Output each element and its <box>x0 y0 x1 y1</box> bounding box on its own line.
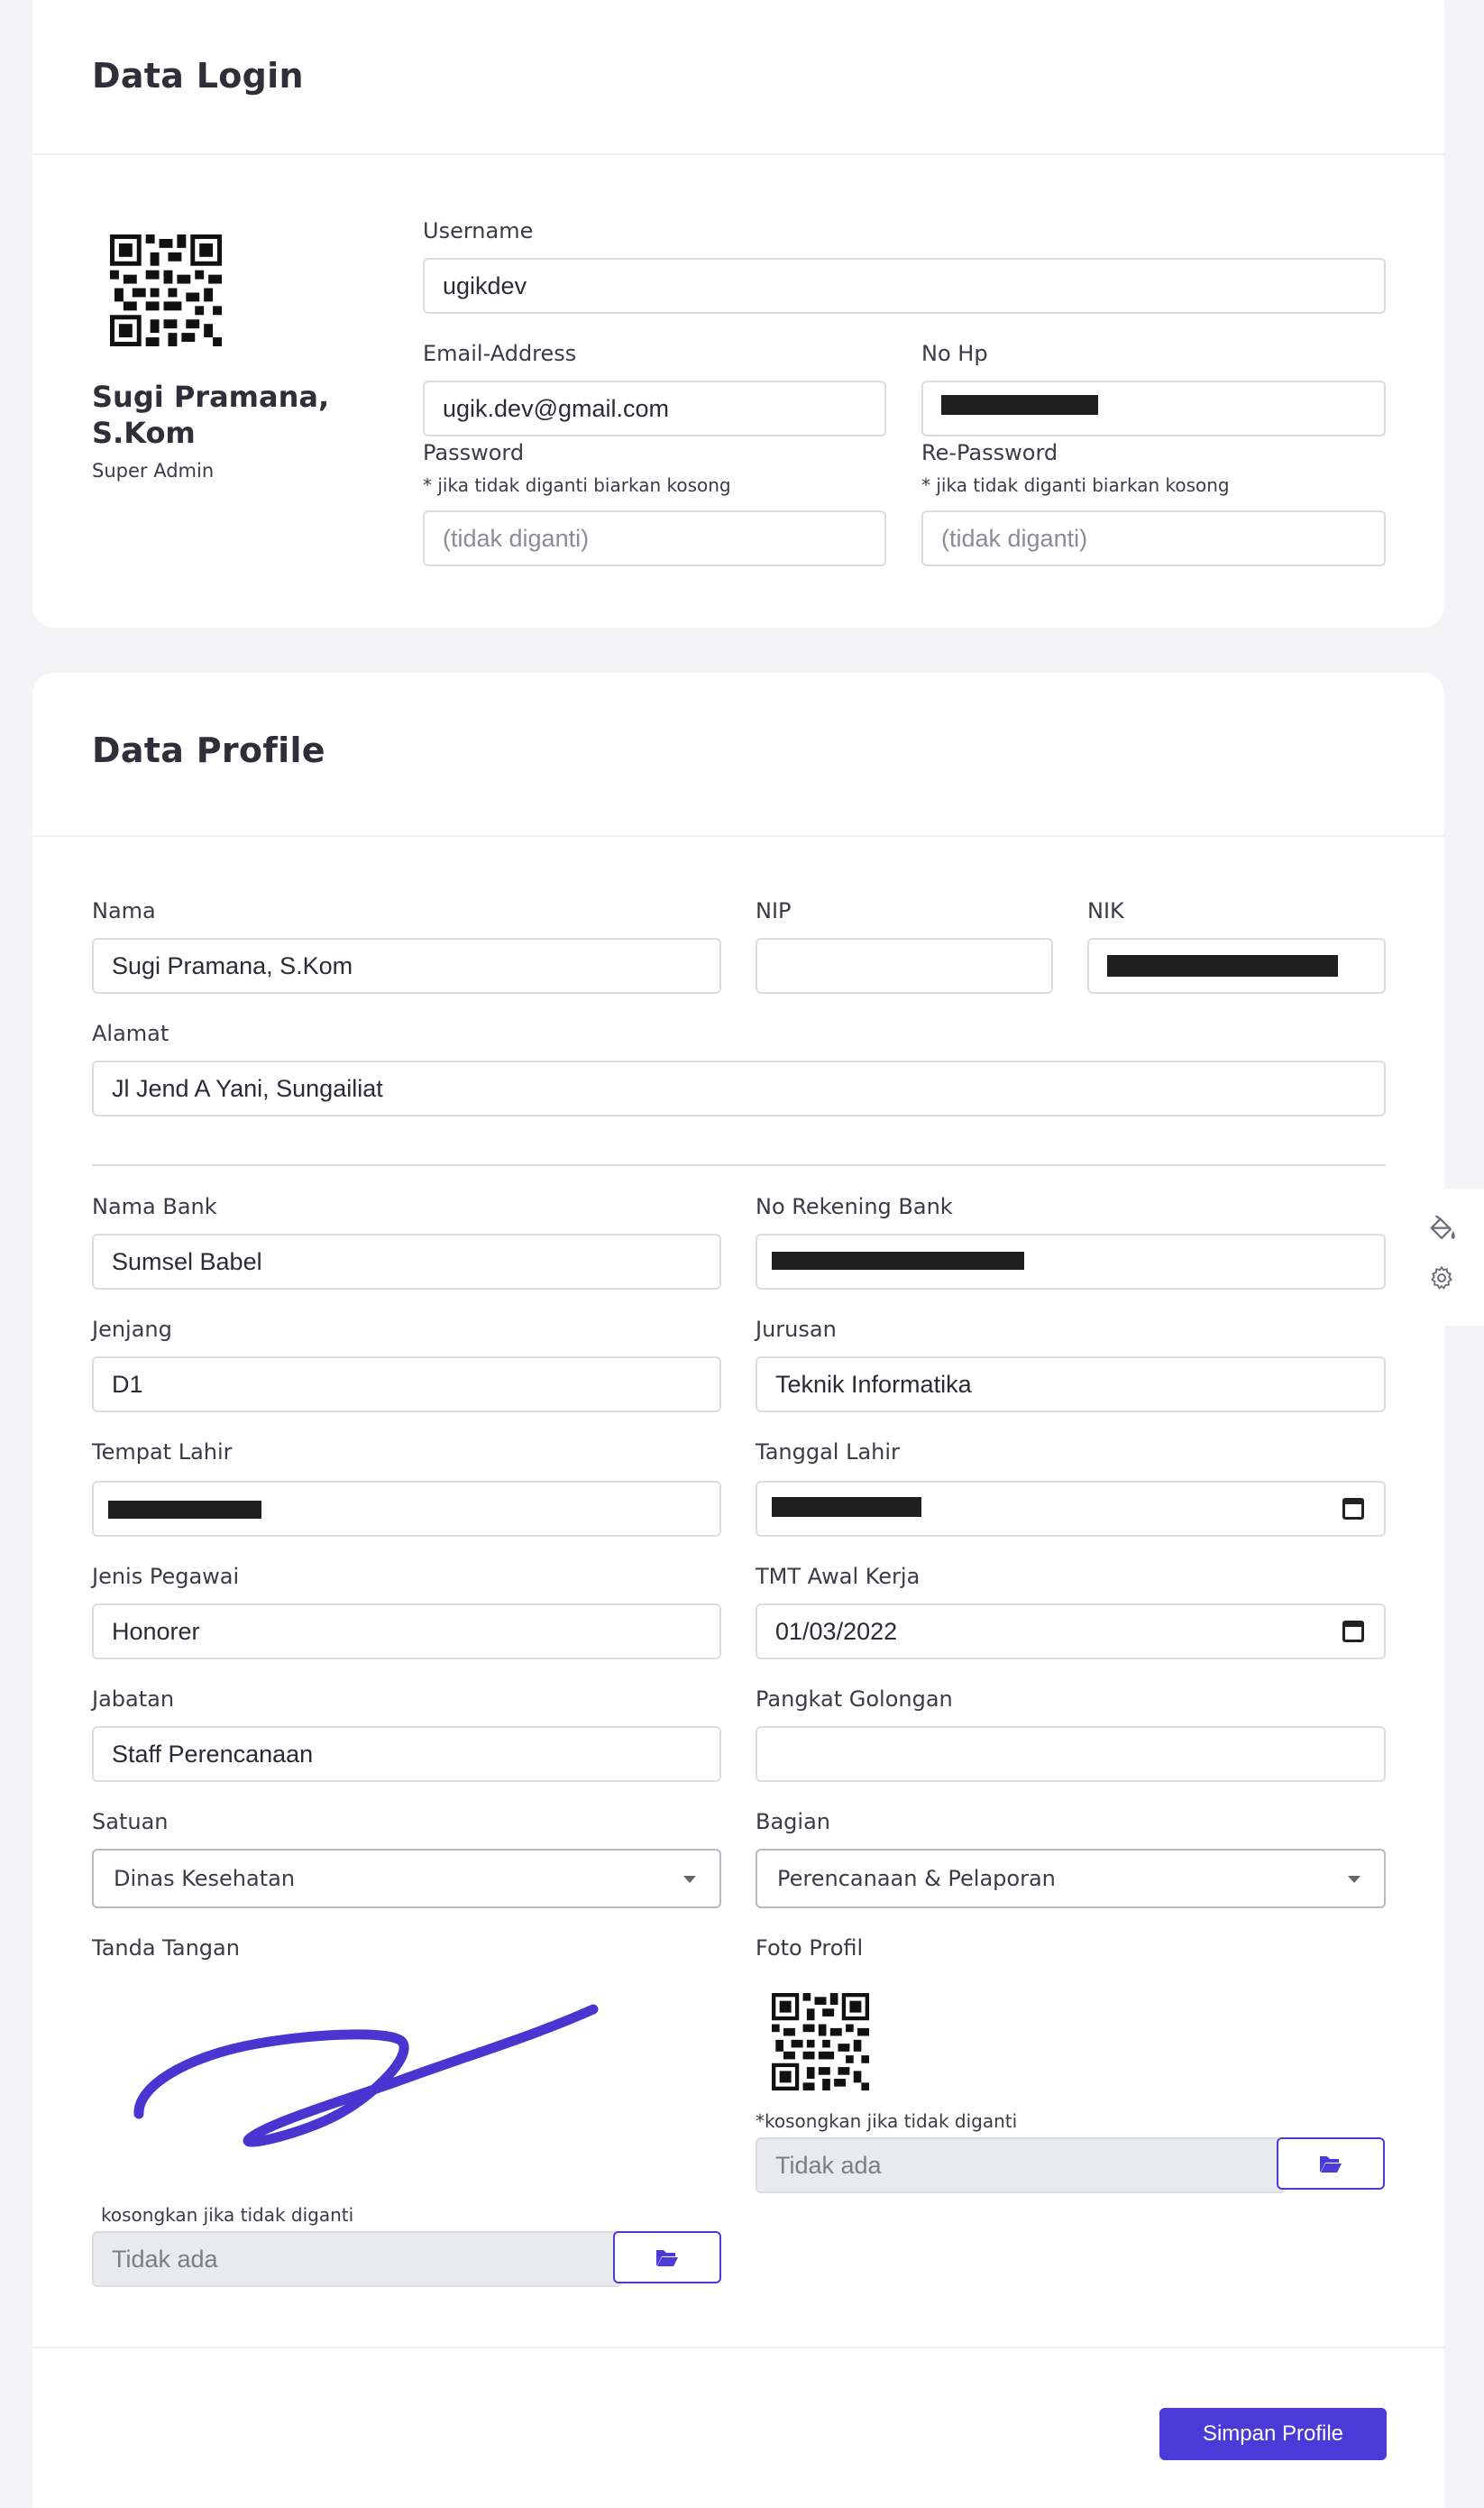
tanda-tangan-file-input[interactable]: Tidak ada <box>92 2231 622 2287</box>
email-label: Email-Address <box>423 341 577 366</box>
pangkat-label: Pangkat Golongan <box>756 1686 953 1712</box>
alamat-input[interactable]: Jl Jend A Yani, Sungailiat <box>92 1061 1386 1116</box>
signature-image <box>133 2004 599 2147</box>
repassword-hint: * jika tidak diganti biarkan kosong <box>921 474 1230 496</box>
nik-label: NIK <box>1087 898 1124 923</box>
login-card: Data Login Sugi Pramana, S.Kom Super Adm… <box>32 0 1444 628</box>
customizer-panel <box>1397 1189 1484 1326</box>
username-label: Username <box>423 218 534 243</box>
jurusan-input[interactable]: Teknik Informatika <box>756 1356 1386 1412</box>
calendar-icon[interactable] <box>1342 1498 1364 1520</box>
no-rekening-input[interactable] <box>756 1234 1386 1290</box>
user-name-line1: Sugi Pramana, <box>92 380 330 414</box>
nama-label: Nama <box>92 898 156 923</box>
tanda-tangan-browse-button[interactable] <box>613 2231 721 2283</box>
profile-card-title: Data Profile <box>92 730 325 770</box>
folder-open-icon <box>656 2250 678 2266</box>
login-card-title: Data Login <box>92 56 304 96</box>
foto-profil-file-input[interactable]: Tidak ada <box>756 2137 1286 2193</box>
password-hint: * jika tidak diganti biarkan kosong <box>423 474 731 496</box>
satuan-value: Dinas Kesehatan <box>114 1866 296 1891</box>
jabatan-label: Jabatan <box>92 1686 175 1712</box>
satuan-select[interactable]: Dinas Kesehatan <box>92 1849 721 1908</box>
repassword-label: Re-Password <box>921 440 1058 465</box>
satuan-label: Satuan <box>92 1809 169 1834</box>
phone-input[interactable] <box>921 381 1386 436</box>
user-role: Super Admin <box>92 460 215 482</box>
user-name-line2: S.Kom <box>92 416 196 450</box>
profile-card-header: Data Profile <box>32 673 1444 837</box>
qr-code-icon <box>772 1993 869 2090</box>
simpan-profile-button[interactable]: Simpan Profile <box>1159 2408 1387 2460</box>
footer-divider <box>32 2347 1444 2348</box>
jenjang-input[interactable]: D1 <box>92 1356 721 1412</box>
jenis-pegawai-label: Jenis Pegawai <box>92 1564 240 1589</box>
profile-card: Data Profile Nama Sugi Pramana, S.Kom NI… <box>32 673 1444 2508</box>
bagian-value: Perencanaan & Pelaporan <box>777 1866 1056 1891</box>
nama-input[interactable]: Sugi Pramana, S.Kom <box>92 938 721 994</box>
tanda-tangan-label: Tanda Tangan <box>92 1935 240 1961</box>
folder-open-icon <box>1320 2156 1342 2173</box>
gear-icon[interactable] <box>1428 1264 1455 1291</box>
paint-bucket-icon[interactable] <box>1426 1214 1457 1245</box>
nama-bank-input[interactable]: Sumsel Babel <box>92 1234 721 1290</box>
jenis-pegawai-input[interactable]: Honorer <box>92 1603 721 1659</box>
alamat-label: Alamat <box>92 1021 169 1046</box>
section-divider <box>92 1164 1386 1166</box>
nip-input[interactable] <box>756 938 1053 994</box>
bagian-label: Bagian <box>756 1809 830 1834</box>
nip-label: NIP <box>756 898 792 923</box>
redacted-phone <box>941 395 1098 415</box>
tempat-lahir-input[interactable] <box>92 1481 721 1537</box>
username-input[interactable]: ugikdev <box>423 258 1386 314</box>
no-rekening-label: No Rekening Bank <box>756 1194 953 1219</box>
password-input[interactable]: (tidak diganti) <box>423 510 886 566</box>
chevron-down-icon <box>1348 1876 1360 1883</box>
foto-profil-browse-button[interactable] <box>1277 2137 1385 2190</box>
tmt-awal-label: TMT Awal Kerja <box>756 1564 921 1589</box>
foto-profil-hint: *kosongkan jika tidak diganti <box>756 2110 1018 2132</box>
bagian-select[interactable]: Perencanaan & Pelaporan <box>756 1849 1386 1908</box>
redacted-tanggal-lahir <box>772 1497 921 1517</box>
pangkat-input[interactable] <box>756 1726 1386 1782</box>
jenjang-label: Jenjang <box>92 1317 172 1342</box>
redacted-tempat-lahir <box>108 1501 261 1519</box>
tanggal-lahir-label: Tanggal Lahir <box>756 1439 900 1465</box>
tmt-awal-input[interactable]: 01/03/2022 <box>756 1603 1386 1659</box>
redacted-rekening <box>772 1252 1024 1270</box>
jurusan-label: Jurusan <box>756 1317 837 1342</box>
jabatan-input[interactable]: Staff Perencanaan <box>92 1726 721 1782</box>
tempat-lahir-label: Tempat Lahir <box>92 1439 233 1465</box>
chevron-down-icon <box>683 1876 696 1883</box>
login-card-header: Data Login <box>32 0 1444 155</box>
nik-input[interactable] <box>1087 938 1386 994</box>
tanda-tangan-hint: kosongkan jika tidak diganti <box>101 2204 354 2226</box>
qr-code-icon <box>110 234 222 346</box>
redacted-nik <box>1107 955 1338 977</box>
repassword-input[interactable]: (tidak diganti) <box>921 510 1386 566</box>
foto-profil-label: Foto Profil <box>756 1935 864 1961</box>
email-input[interactable]: ugik.dev@gmail.com <box>423 381 886 436</box>
tanggal-lahir-input[interactable] <box>756 1481 1386 1537</box>
password-label: Password <box>423 440 525 465</box>
user-display-name: Sugi Pramana, S.Kom <box>92 379 329 451</box>
nama-bank-label: Nama Bank <box>92 1194 217 1219</box>
calendar-icon[interactable] <box>1342 1621 1364 1642</box>
tmt-awal-value: 01/03/2022 <box>775 1618 898 1645</box>
phone-label: No Hp <box>921 341 988 366</box>
